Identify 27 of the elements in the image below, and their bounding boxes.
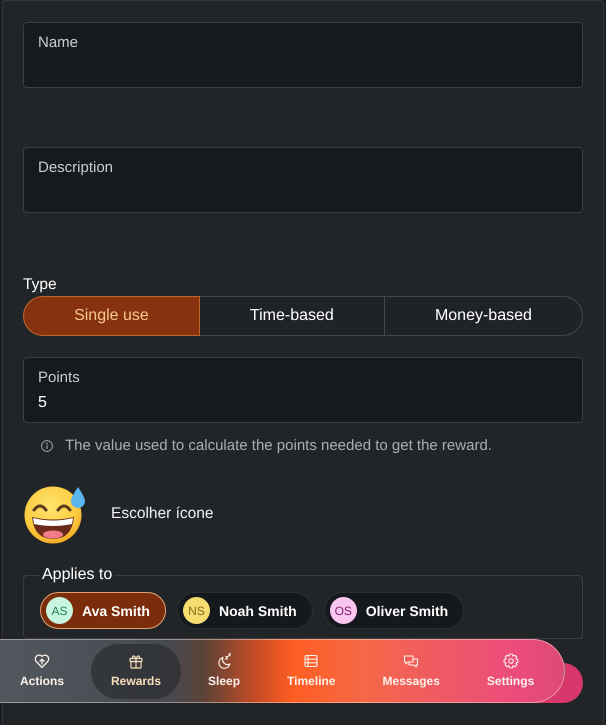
group-legend: Applies to [40, 566, 114, 584]
avatar: OS [330, 597, 357, 624]
grinning-face-icon[interactable] [23, 484, 87, 544]
list-icon [303, 653, 320, 669]
nav-tab[interactable]: Sleep [188, 644, 260, 698]
avatar: NS [182, 597, 210, 624]
heart-icon [34, 653, 50, 669]
text-field[interactable]: Description [23, 147, 583, 213]
info-icon [41, 440, 53, 452]
type-option[interactable]: Single use [23, 296, 200, 336]
gift-icon [128, 653, 144, 669]
choose-icon-label[interactable]: Escolher ícone [111, 505, 214, 523]
person-chip[interactable]: AS Ava Smith [40, 592, 166, 629]
moon-icon [216, 653, 232, 669]
settings-icon [502, 653, 519, 669]
nav-tab[interactable]: Rewards [91, 644, 182, 698]
help-text: The value used to calculate the points needed to get the reward. [65, 436, 492, 455]
type-option[interactable]: Money-based [384, 296, 583, 336]
points-field[interactable]: Points 5 [23, 357, 583, 423]
text-field[interactable]: Name [23, 22, 583, 88]
chat-bubbles-icon [403, 653, 420, 669]
nav-tab[interactable]: Actions [0, 644, 84, 698]
person-chip[interactable]: OS Oliver Smith [324, 592, 464, 629]
type-option[interactable]: Time-based [200, 296, 385, 336]
person-chip[interactable]: NS Noah Smith [176, 592, 313, 629]
avatar: AS [46, 597, 73, 624]
type-label: Type [23, 275, 57, 294]
